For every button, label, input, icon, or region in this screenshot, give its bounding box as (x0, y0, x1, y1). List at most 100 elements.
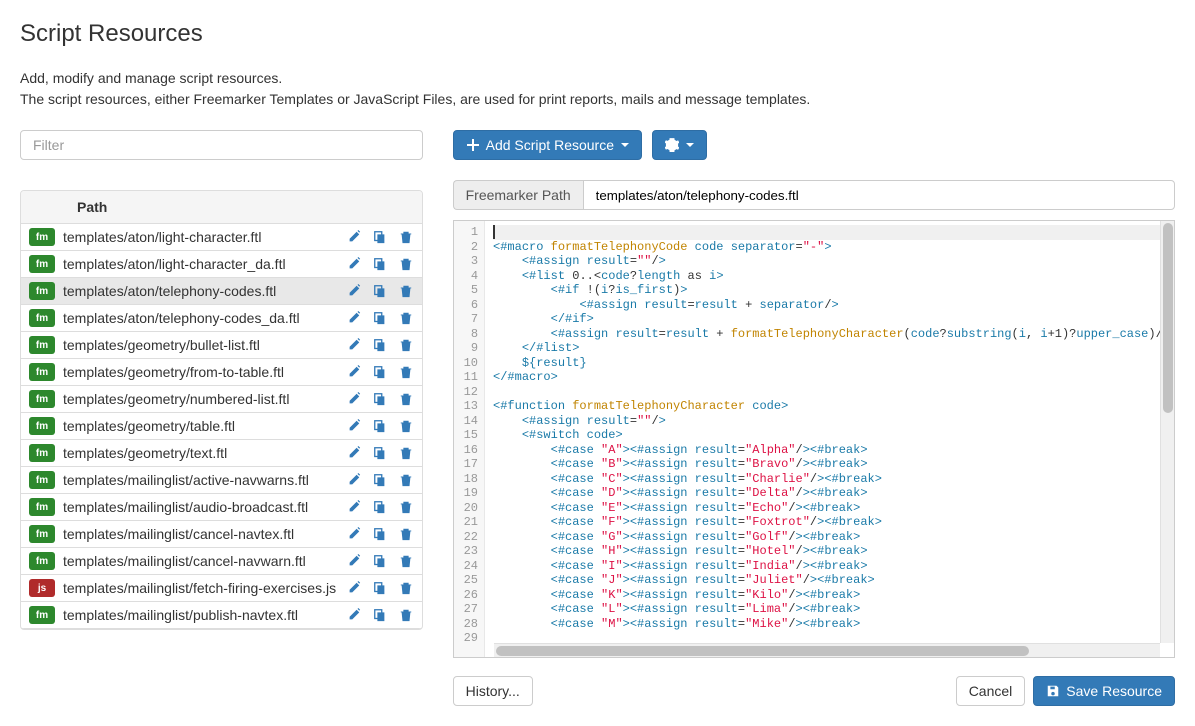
table-row[interactable]: fm templates/geometry/numbered-list.ftl (21, 386, 422, 413)
table-row[interactable]: fm templates/mailinglist/publish-navtex.f… (21, 602, 422, 629)
plus-icon (466, 138, 480, 152)
table-row[interactable]: fm templates/aton/light-character_da.ftl (21, 251, 422, 278)
fm-badge: fm (29, 444, 55, 462)
fm-badge: fm (29, 525, 55, 543)
page-description: Add, modify and manage script resources.… (20, 68, 1175, 110)
copy-icon[interactable] (372, 337, 388, 353)
fm-badge: fm (29, 255, 55, 273)
edit-icon[interactable] (346, 472, 362, 488)
copy-icon[interactable] (372, 391, 388, 407)
resource-path: templates/geometry/numbered-list.ftl (63, 391, 338, 407)
copy-icon[interactable] (372, 499, 388, 515)
edit-icon[interactable] (346, 526, 362, 542)
table-row[interactable]: fmtemplates/geometry/table.ftl (21, 413, 422, 440)
edit-icon[interactable] (346, 256, 362, 272)
table-row[interactable]: fmtemplates/mailinglist/cancel-navwarn.f… (21, 548, 422, 575)
fm-badge: fm (29, 336, 55, 354)
page-title: Script Resources (20, 20, 1175, 48)
trash-icon[interactable] (398, 391, 414, 407)
resource-path: templates/mailinglist/publish-navtex.ftl (63, 607, 338, 623)
copy-icon[interactable] (372, 310, 388, 326)
save-icon (1046, 684, 1060, 698)
fm-badge: fm (29, 606, 55, 624)
copy-icon[interactable] (372, 445, 388, 461)
gear-icon (665, 138, 679, 152)
edit-icon[interactable] (346, 418, 362, 434)
edit-icon[interactable] (346, 283, 362, 299)
resource-path: templates/mailinglist/cancel-navwarn.ftl (63, 553, 338, 569)
copy-icon[interactable] (372, 256, 388, 272)
table-row[interactable]: fmtemplates/geometry/bullet-list.ftl (21, 332, 422, 359)
resource-path: templates/mailinglist/fetch-firing-exerc… (63, 580, 338, 596)
table-row[interactable]: js templates/mailinglist/fetch-firing-exe… (21, 575, 422, 602)
trash-icon[interactable] (398, 526, 414, 542)
edit-icon[interactable] (346, 364, 362, 380)
table-row[interactable]: fm templates/geometry/text.ftl (21, 440, 422, 467)
resource-path: templates/aton/telephony-codes.ftl (63, 283, 338, 299)
trash-icon[interactable] (398, 229, 414, 245)
trash-icon[interactable] (398, 283, 414, 299)
copy-icon[interactable] (372, 607, 388, 623)
edit-icon[interactable] (346, 337, 362, 353)
table-row[interactable]: fmtemplates/geometry/from-to-table.ftl (21, 359, 422, 386)
add-script-resource-button[interactable]: Add Script Resource (453, 130, 642, 160)
edit-icon[interactable] (346, 553, 362, 569)
table-row[interactable]: fm templates/mailinglist/cancel-navtex.ft… (21, 521, 422, 548)
trash-icon[interactable] (398, 580, 414, 596)
cancel-button[interactable]: Cancel (956, 676, 1026, 706)
table-header-path: Path (21, 191, 422, 224)
trash-icon[interactable] (398, 499, 414, 515)
fm-badge: fm (29, 228, 55, 246)
edit-icon[interactable] (346, 607, 362, 623)
edit-icon[interactable] (346, 391, 362, 407)
edit-icon[interactable] (346, 445, 362, 461)
save-resource-button[interactable]: Save Resource (1033, 676, 1175, 706)
copy-icon[interactable] (372, 472, 388, 488)
fm-badge: fm (29, 390, 55, 408)
resource-path: templates/mailinglist/cancel-navtex.ftl (63, 526, 338, 542)
edit-icon[interactable] (346, 499, 362, 515)
trash-icon[interactable] (398, 553, 414, 569)
copy-icon[interactable] (372, 364, 388, 380)
caret-down-icon (686, 143, 694, 147)
resource-path: templates/mailinglist/active-navwarns.ft… (63, 472, 338, 488)
copy-icon[interactable] (372, 580, 388, 596)
table-row[interactable]: fmtemplates/aton/telephony-codes.ftl (21, 278, 422, 305)
edit-icon[interactable] (346, 580, 362, 596)
resource-path: templates/aton/telephony-codes_da.ftl (63, 310, 338, 326)
trash-icon[interactable] (398, 310, 414, 326)
copy-icon[interactable] (372, 283, 388, 299)
table-row[interactable]: fm templates/mailinglist/active-navwarns.… (21, 467, 422, 494)
copy-icon[interactable] (372, 229, 388, 245)
trash-icon[interactable] (398, 445, 414, 461)
table-row[interactable]: fmtemplates/aton/light-character.ftl (21, 224, 422, 251)
resource-path: templates/mailinglist/audio-broadcast.ft… (63, 499, 338, 515)
resource-table: Path fmtemplates/aton/light-character.ft… (20, 190, 423, 630)
settings-button[interactable] (652, 130, 707, 160)
trash-icon[interactable] (398, 472, 414, 488)
edit-icon[interactable] (346, 229, 362, 245)
vertical-scrollbar[interactable] (1160, 221, 1174, 643)
caret-down-icon (621, 143, 629, 147)
trash-icon[interactable] (398, 364, 414, 380)
code-editor[interactable]: 1234567891011121314151617181920212223242… (453, 220, 1175, 658)
trash-icon[interactable] (398, 607, 414, 623)
history-button[interactable]: History... (453, 676, 533, 706)
table-row[interactable]: fmtemplates/aton/telephony-codes_da.ftl (21, 305, 422, 332)
copy-icon[interactable] (372, 418, 388, 434)
copy-icon[interactable] (372, 553, 388, 569)
horizontal-scrollbar[interactable] (494, 643, 1160, 657)
table-row[interactable]: fmtemplates/mailinglist/audio-broadcast.… (21, 494, 422, 521)
trash-icon[interactable] (398, 418, 414, 434)
fm-badge: fm (29, 417, 55, 435)
copy-icon[interactable] (372, 526, 388, 542)
edit-icon[interactable] (346, 310, 362, 326)
resource-path: templates/aton/light-character_da.ftl (63, 256, 338, 272)
fm-badge: fm (29, 471, 55, 489)
resource-path: templates/geometry/text.ftl (63, 445, 338, 461)
trash-icon[interactable] (398, 337, 414, 353)
path-input[interactable] (583, 180, 1175, 210)
filter-input[interactable] (20, 130, 423, 160)
trash-icon[interactable] (398, 256, 414, 272)
js-badge: js (29, 579, 55, 597)
